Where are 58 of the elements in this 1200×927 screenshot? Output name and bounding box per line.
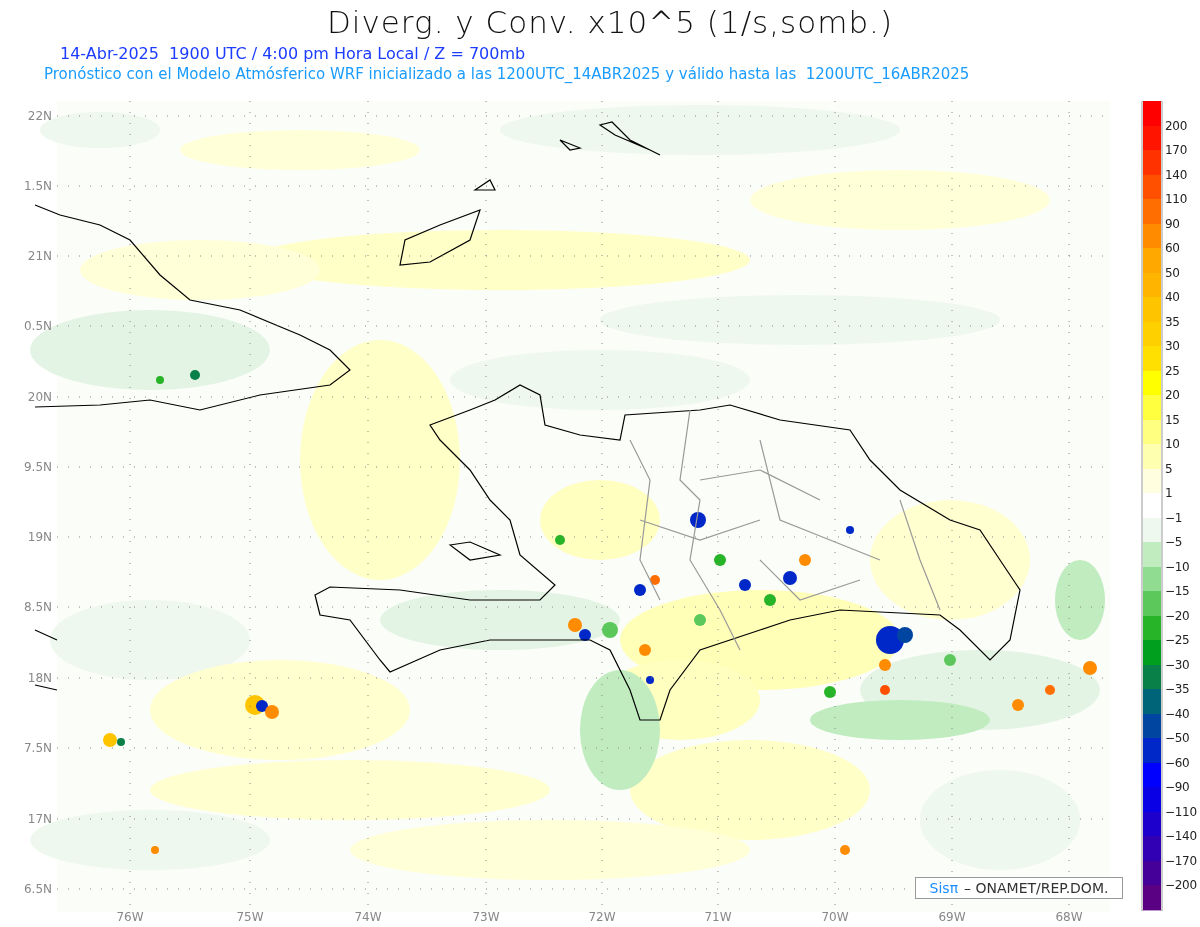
- latitude-label: 22N: [27, 109, 52, 123]
- forecast-note: Pronóstico con el Modelo Atmósferico WRF inicializado a las 1200UTC_14ABR2025 y válido hasta las 1200UTC_16ABR2025: [44, 65, 971, 83]
- scale-label: −5: [1165, 535, 1183, 550]
- latitude-label: 8.5N: [23, 600, 52, 614]
- longitude-label: 74W: [354, 910, 382, 924]
- longitude-label: 75W: [236, 910, 264, 924]
- scale-label: 20: [1165, 388, 1180, 403]
- latitude-label: 20N: [27, 390, 52, 404]
- scale-label: 10: [1165, 437, 1180, 452]
- longitude-label: 76W: [116, 910, 144, 924]
- scale-label: −200: [1165, 878, 1197, 893]
- credit-text: – ONAMET/REP.DOM.: [964, 880, 1109, 896]
- latitude-label: 18N: [27, 671, 52, 685]
- scale-label: 25: [1165, 363, 1180, 379]
- scale-label: 50: [1165, 265, 1180, 281]
- scale-label: −40: [1165, 706, 1190, 722]
- longitude-label: 73W: [472, 910, 500, 924]
- scale-label: −15: [1165, 584, 1190, 599]
- scale-label: −35: [1165, 682, 1190, 697]
- scale-label: 5: [1165, 461, 1173, 477]
- map-title: Diverg. y Conv. x10^5 (1/s,somb.): [325, 3, 895, 42]
- scale-label: 140: [1165, 167, 1187, 183]
- scale-label: 15: [1165, 412, 1180, 428]
- scale-label: 110: [1165, 192, 1187, 207]
- scale-label: 90: [1165, 216, 1180, 232]
- latitude-label: 0.5N: [23, 319, 52, 333]
- scale-label: −140: [1165, 829, 1197, 844]
- scale-label: −20: [1165, 608, 1190, 624]
- scale-label: −110: [1165, 804, 1197, 820]
- logo-text: Sisπ: [929, 880, 959, 896]
- scale-label: −10: [1165, 559, 1190, 575]
- date-subtitle: 14-Abr-2025 1900 UTC / 4:00 pm Hora Local / Z = 700mb: [60, 44, 527, 65]
- longitude-label: 70W: [821, 910, 849, 924]
- scale-label: 1: [1165, 486, 1173, 501]
- latitude-label: 1.5N: [23, 179, 52, 193]
- scale-label: −50: [1165, 731, 1190, 746]
- longitude-label: 69W: [938, 910, 966, 924]
- latitude-label: 7.5N: [23, 741, 52, 755]
- scale-label: −25: [1165, 633, 1190, 648]
- latitude-label: 21N: [27, 249, 52, 263]
- longitude-label: 71W: [704, 910, 732, 924]
- scale-label: 200: [1165, 118, 1187, 134]
- scale-label: −1: [1165, 510, 1183, 526]
- longitude-label: 68W: [1055, 910, 1083, 924]
- latitude-label: 9.5N: [23, 460, 52, 474]
- scale-label: −170: [1165, 853, 1197, 869]
- scale-label: 30: [1165, 339, 1180, 354]
- scale-label: 40: [1165, 290, 1180, 305]
- scale-label: 35: [1165, 314, 1180, 330]
- scale-label: 60: [1165, 241, 1180, 256]
- latitude-label: 17N: [27, 812, 52, 826]
- latitude-label: 19N: [27, 530, 52, 544]
- scale-label: 170: [1165, 143, 1187, 158]
- scale-label: −30: [1165, 657, 1190, 673]
- latitude-label: 6.5N: [23, 882, 52, 896]
- scale-label: −60: [1165, 755, 1190, 771]
- scale-label: −90: [1165, 780, 1190, 795]
- longitude-label: 72W: [588, 910, 616, 924]
